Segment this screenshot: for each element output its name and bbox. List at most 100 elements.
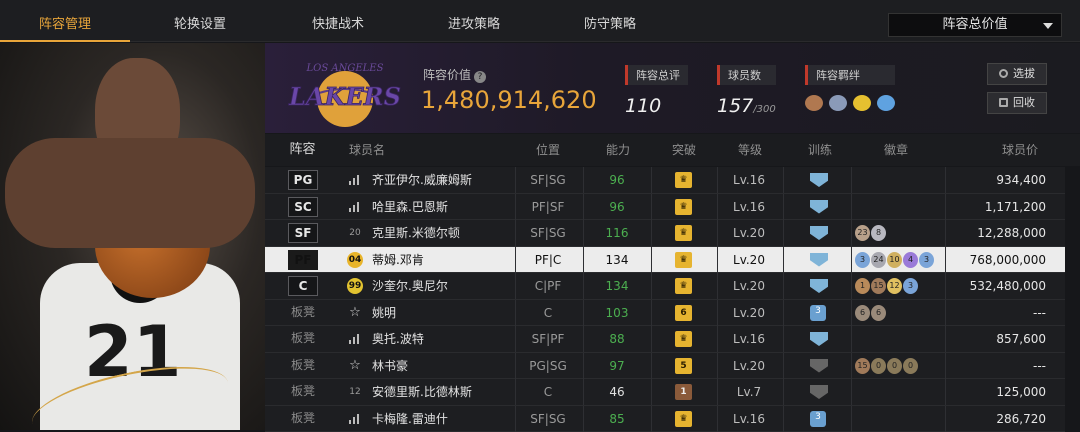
badge-icon[interactable]: 3 xyxy=(919,252,934,268)
badge-icon[interactable]: 3 xyxy=(855,252,870,268)
tab-offense-strategy[interactable]: 进攻策略 xyxy=(434,0,514,42)
table-row[interactable]: 板凳12安德里斯.比德林斯C461Lv.7125,000 xyxy=(265,379,1065,406)
divider xyxy=(851,379,852,405)
crown-icon[interactable]: ♛ xyxy=(675,172,692,188)
player-position: PF|C xyxy=(519,247,577,273)
table-row[interactable]: C99沙奎尔.奥尼尔C|PF134♛Lv.20115123532,480,000 xyxy=(265,273,1065,300)
sort-dropdown[interactable]: 阵容总价值 xyxy=(888,13,1062,37)
player-name[interactable]: 沙奎尔.奥尼尔 xyxy=(372,273,448,299)
lineup-header: LOS ANGELES LAKERS 阵容价值? 1,480,914,620 阵… xyxy=(265,43,1080,133)
training-shield-icon[interactable] xyxy=(810,359,828,373)
badge-icon[interactable]: 0 xyxy=(903,358,918,374)
player-ability: 96 xyxy=(587,194,647,220)
training-shield-icon[interactable] xyxy=(810,200,828,214)
badge-icon[interactable]: 6 xyxy=(855,305,870,321)
badge-icon[interactable]: 0 xyxy=(871,358,886,374)
player-name[interactable]: 哈里森.巴恩斯 xyxy=(372,194,448,220)
table-row[interactable]: SC哈里森.巴恩斯PF|SF96♛Lv.161,171,200 xyxy=(265,194,1065,221)
refresh-icon xyxy=(999,69,1008,78)
player-name[interactable]: 克里斯.米德尔顿 xyxy=(372,220,460,246)
player-level: Lv.20 xyxy=(721,300,777,326)
divider xyxy=(515,379,516,405)
badge-icon[interactable]: 15 xyxy=(855,358,870,374)
crown-icon[interactable]: ♛ xyxy=(675,199,692,215)
badge-icon[interactable]: 24 xyxy=(871,252,886,268)
tab-defense-strategy[interactable]: 防守策略 xyxy=(570,0,650,42)
player-level: Lv.20 xyxy=(721,353,777,379)
training-shield-icon[interactable] xyxy=(810,253,828,267)
breakthrough-badge[interactable]: 6 xyxy=(675,305,692,321)
divider xyxy=(945,300,946,326)
col-breakthrough[interactable]: 突破 xyxy=(661,134,707,166)
crown-icon[interactable]: ♛ xyxy=(675,252,692,268)
bond-icon-blue[interactable] xyxy=(877,95,895,111)
recycle-button[interactable]: 回收 xyxy=(987,92,1047,114)
training-level-badge[interactable]: 3 xyxy=(810,411,826,427)
training-shield-icon[interactable] xyxy=(810,226,828,240)
divider xyxy=(515,220,516,246)
training-level-badge[interactable]: 3 xyxy=(810,305,826,321)
select-button[interactable]: 选拔 xyxy=(987,63,1047,85)
badge-icon[interactable]: 1 xyxy=(855,278,870,294)
table-row[interactable]: PF04蒂姆.邓肯PF|C134♛Lv.203241043768,000,000 xyxy=(265,247,1065,274)
crown-icon[interactable]: ♛ xyxy=(675,225,692,241)
bond-icon-gold[interactable] xyxy=(853,95,871,111)
player-name[interactable]: 卡梅隆.雷迪什 xyxy=(372,406,448,432)
player-name[interactable]: 奥托.波特 xyxy=(372,326,424,352)
col-lineup[interactable]: 阵容 xyxy=(275,134,330,166)
table-row[interactable]: 板凳奥托.波特SF|PF88♛Lv.16857,600 xyxy=(265,326,1065,353)
badge-icon[interactable]: 15 xyxy=(871,278,886,294)
training-shield-icon[interactable] xyxy=(810,385,828,399)
player-price: 286,720 xyxy=(996,406,1046,432)
badge-icon[interactable]: 4 xyxy=(903,252,918,268)
divider xyxy=(651,247,652,273)
col-player-price[interactable]: 球员价 xyxy=(985,134,1055,166)
player-count: 球员数 157/300 xyxy=(717,65,776,117)
badge-icon[interactable]: 0 xyxy=(887,358,902,374)
svg-text:LOS ANGELES: LOS ANGELES xyxy=(306,63,384,74)
chevron-down-icon xyxy=(1043,23,1053,29)
training-shield-icon[interactable] xyxy=(810,332,828,346)
crown-icon[interactable]: ♛ xyxy=(675,411,692,427)
training-shield-icon[interactable] xyxy=(810,173,828,187)
player-name[interactable]: 姚明 xyxy=(372,300,396,326)
tab-lineup-management[interactable]: 阵容管理 xyxy=(0,0,130,42)
crown-icon[interactable]: ♛ xyxy=(675,331,692,347)
table-row[interactable]: 板凳卡梅隆.雷迪什SF|SG85♛Lv.163286,720 xyxy=(265,406,1065,432)
bond-icon-bronze[interactable] xyxy=(805,95,823,111)
col-position[interactable]: 位置 xyxy=(525,134,571,166)
badge-icon[interactable]: 10 xyxy=(887,252,902,268)
table-row[interactable]: 板凳☆林书豪PG|SG975Lv.2015000--- xyxy=(265,353,1065,380)
breakthrough-badge[interactable]: 5 xyxy=(675,358,692,374)
divider xyxy=(945,406,946,432)
player-name[interactable]: 齐亚伊尔.威廉姆斯 xyxy=(372,167,472,193)
player-price: 857,600 xyxy=(996,326,1046,352)
player-name[interactable]: 蒂姆.邓肯 xyxy=(372,247,424,273)
tab-rotation-settings[interactable]: 轮换设置 xyxy=(160,0,240,42)
help-icon[interactable]: ? xyxy=(474,71,486,83)
table-row[interactable]: SF20克里斯.米德尔顿SF|SG116♛Lv.2023812,288,000 xyxy=(265,220,1065,247)
jersey-number-badge: 99 xyxy=(347,278,363,294)
bond-icon-silver[interactable] xyxy=(829,95,847,111)
badge-icon[interactable]: 6 xyxy=(871,305,886,321)
breakthrough-badge[interactable]: 1 xyxy=(675,384,692,400)
col-ability[interactable]: 能力 xyxy=(595,134,641,166)
badge-icon[interactable]: 23 xyxy=(855,225,870,241)
table-row[interactable]: 板凳☆姚明C1036Lv.20366--- xyxy=(265,300,1065,327)
player-name[interactable]: 林书豪 xyxy=(372,353,408,379)
divider xyxy=(783,379,784,405)
col-player-name[interactable]: 球员名 xyxy=(347,134,387,166)
badge-icon[interactable]: 12 xyxy=(887,278,902,294)
badge-list: 238 xyxy=(855,225,886,241)
col-badges[interactable]: 徽章 xyxy=(873,134,919,166)
team-value: 1,480,914,620 xyxy=(421,86,597,114)
training-shield-icon[interactable] xyxy=(810,279,828,293)
badge-icon[interactable]: 3 xyxy=(903,278,918,294)
col-level[interactable]: 等级 xyxy=(727,134,773,166)
tab-quick-tactics[interactable]: 快捷战术 xyxy=(298,0,378,42)
table-row[interactable]: PG齐亚伊尔.威廉姆斯SF|SG96♛Lv.16934,400 xyxy=(265,167,1065,194)
player-name[interactable]: 安德里斯.比德林斯 xyxy=(372,379,472,405)
badge-icon[interactable]: 8 xyxy=(871,225,886,241)
col-training[interactable]: 训练 xyxy=(797,134,843,166)
crown-icon[interactable]: ♛ xyxy=(675,278,692,294)
